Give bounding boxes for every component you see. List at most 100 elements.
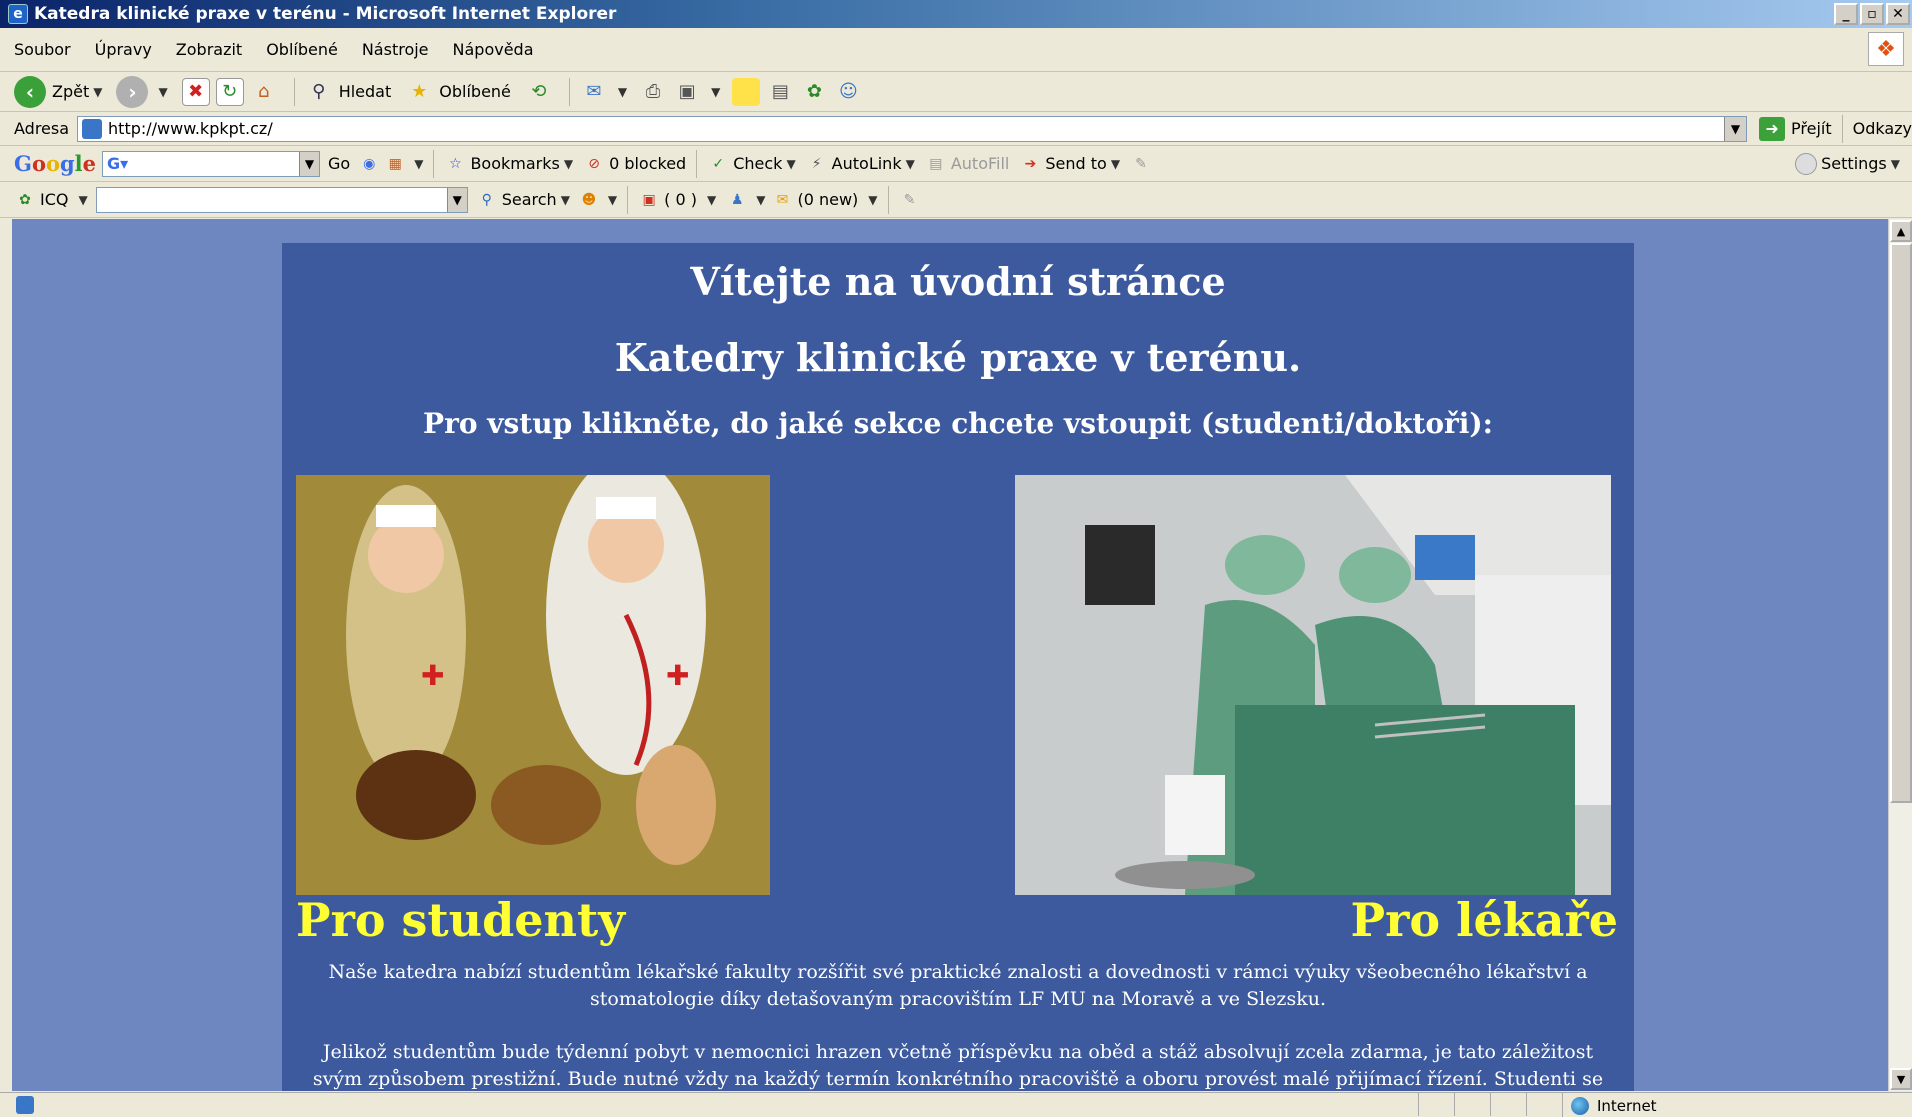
chevron-down-icon[interactable]: ▼ [618,85,627,99]
svg-text:✚: ✚ [421,659,444,692]
vertical-scrollbar[interactable]: ▲ ▼ [1888,219,1912,1091]
send-to-button[interactable]: Send to [1045,154,1106,173]
mail-icon: ✉ [776,191,789,208]
chevron-down-icon[interactable]: ▼ [707,193,716,207]
emoticon-icon[interactable]: ☻ [578,189,600,211]
chevron-down-icon[interactable]: ▼ [786,157,795,171]
toolbar-separator [627,185,629,214]
icq-search-button[interactable]: Search [502,190,557,209]
chevron-down-icon[interactable]: ▼ [446,187,467,212]
icq-mail-count[interactable]: (0 new) [797,190,858,209]
menu-edit[interactable]: Úpravy [95,40,152,59]
page-status-icon [16,1096,34,1114]
search-button[interactable]: ⚲ Hledat [305,78,391,106]
scroll-thumb[interactable] [1890,243,1912,803]
scroll-down-button[interactable]: ▼ [1890,1068,1912,1090]
status-pane [1418,1093,1454,1116]
icq-search-input[interactable]: ▼ [95,186,468,213]
students-link[interactable]: Pro studenty [296,893,625,947]
scroll-up-button[interactable]: ▲ [1890,220,1912,242]
menu-help[interactable]: Nápověda [453,40,534,59]
chevron-down-icon[interactable]: ▼ [299,151,320,176]
doctors-link[interactable]: Pro lékaře [1351,893,1618,947]
close-button[interactable]: ✕ [1886,3,1910,25]
icq-count[interactable]: ( 0 ) [664,190,697,209]
settings-button[interactable]: Settings ▼ [1795,152,1900,175]
chevron-down-icon[interactable]: ▼ [756,193,765,207]
chevron-down-icon[interactable]: ▼ [561,193,570,207]
address-input[interactable]: http://www.kpkpt.cz/ ▼ [77,115,1748,142]
icq-label[interactable]: ICQ [40,190,68,209]
menu-tools[interactable]: Nástroje [362,40,429,59]
back-button[interactable]: ‹ Zpět ▼ [14,75,102,108]
address-bar: Adresa http://www.kpkpt.cz/ ▼ ➜ Přejít O… [0,112,1912,146]
back-label: Zpět [52,82,90,101]
window-title: Katedra klinické praxe v terénu - Micros… [34,4,617,24]
autolink-button[interactable]: AutoLink [832,154,902,173]
chevron-down-icon[interactable]: ▼ [1724,116,1747,141]
favorites-label: Oblíbené [439,82,511,101]
chevron-down-icon[interactable]: ▼ [564,157,573,171]
mail-icon[interactable]: ✉ [580,78,608,106]
chevron-down-icon[interactable]: ▼ [414,157,423,171]
send-to-icon: ➔ [1024,155,1037,172]
zone-label: Internet [1597,1096,1657,1115]
status-bar: Internet [0,1092,1912,1117]
minimize-button[interactable]: _ [1834,3,1858,25]
content-panel: Vítejte na úvodní stránce Katedry klinic… [282,243,1634,1091]
contacts-icon: ▣ [642,191,656,208]
toolbar-separator [568,77,570,106]
autofill-button[interactable]: AutoFill [951,154,1010,173]
chevron-down-icon[interactable]: ▼ [158,85,167,99]
chevron-down-icon[interactable]: ▼ [93,85,102,99]
history-icon[interactable]: ⟲ [525,78,553,106]
maximize-button[interactable]: ▫ [1860,3,1884,25]
menu-favorites[interactable]: Oblíbené [266,40,338,59]
go-label: Přejít [1791,119,1832,138]
chevron-down-icon[interactable]: ▼ [78,193,87,207]
chevron-down-icon[interactable]: ▼ [868,193,877,207]
messenger-icon[interactable]: ☺ [834,78,862,106]
check-button[interactable]: Check [733,154,782,173]
research-icon[interactable]: ▤ [766,78,794,106]
bookmarks-button[interactable]: Bookmarks [470,154,559,173]
address-url[interactable]: http://www.kpkpt.cz/ [108,119,273,138]
chevron-down-icon[interactable]: ▼ [608,193,617,207]
status-panes: Internet [1418,1093,1912,1117]
toolbar-separator [293,77,295,106]
security-zone: Internet [1562,1093,1912,1117]
google-search-input[interactable]: G▾ ▼ [102,150,321,177]
eraser-icon[interactable]: ✎ [899,189,921,211]
home-icon[interactable]: ⌂ [250,78,278,106]
print-icon[interactable]: ⎙ [639,78,667,106]
popup-blocked-count[interactable]: 0 blocked [609,154,686,173]
menu-bar: Soubor Úpravy Zobrazit Oblíbené Nástroje… [0,28,1912,72]
menu-file[interactable]: Soubor [14,40,71,59]
refresh-icon[interactable]: ↻ [215,77,244,106]
users-icon[interactable]: ♟ [726,189,748,211]
chevron-down-icon[interactable]: ▼ [906,157,915,171]
browser-window: e Katedra klinické praxe v terénu - Micr… [0,0,1912,1117]
autofill-icon: ▤ [929,155,943,172]
icq-flower-icon[interactable]: ✿ [800,78,828,106]
chevron-down-icon[interactable]: ▼ [1111,157,1120,171]
discuss-icon[interactable] [732,77,761,106]
search-web-icon[interactable]: ◉ [358,153,380,175]
go-arrow-icon: ➜ [1759,116,1786,141]
forward-button[interactable]: › ▼ [116,75,168,108]
doctors-photo[interactable] [1015,475,1611,895]
edit-icon[interactable]: ▣ [673,78,701,106]
news-icon[interactable]: ▦ [384,153,406,175]
stop-icon[interactable]: ✖ [181,77,210,106]
menu-view[interactable]: Zobrazit [176,40,242,59]
students-photo[interactable]: ✚ ✚ [296,475,770,895]
toolbar-separator [696,149,698,178]
info-paragraph: Jelikož studentům bude týdenní pobyt v n… [312,1041,1604,1090]
chevron-down-icon[interactable]: ▼ [711,85,720,99]
go-button[interactable]: ➜ Přejít [1759,116,1832,141]
links-button[interactable]: Odkazy [1853,119,1912,138]
highlighter-icon[interactable]: ✎ [1130,153,1152,175]
welcome-title: Vítejte na úvodní stránce [690,259,1226,304]
favorites-button[interactable]: ★ Oblíbené [405,78,511,106]
google-go-button[interactable]: Go [328,154,350,173]
